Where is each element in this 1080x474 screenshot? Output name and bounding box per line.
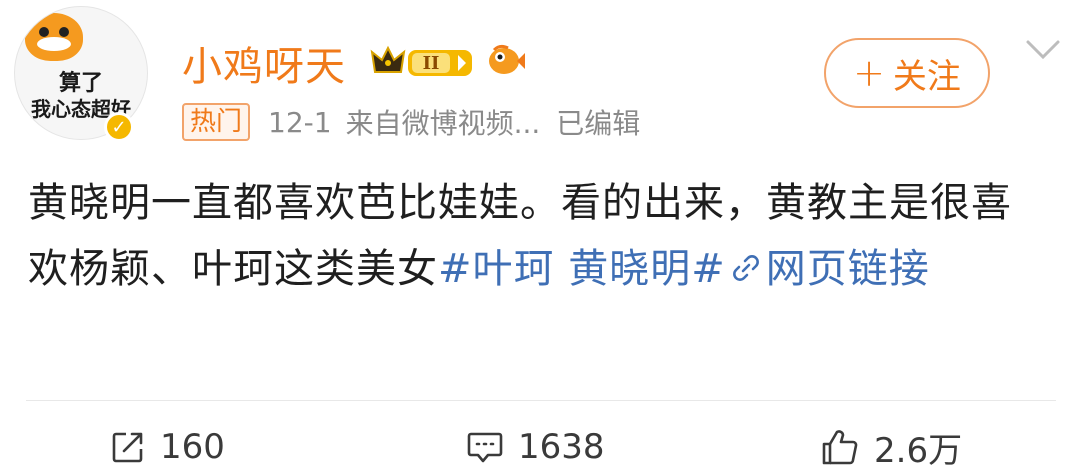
verified-badge-icon: ✓ xyxy=(104,112,134,142)
post-text: 黄晓明一直都喜欢芭比娃娃。看的出来，黄教主是很喜欢杨颖、叶珂这类美女#叶珂 黄晓… xyxy=(28,170,1052,302)
vip-level-badge-icon[interactable]: II xyxy=(368,42,478,82)
comment-count: 1638 xyxy=(518,427,605,467)
edited-label[interactable]: 已编辑 xyxy=(556,102,640,142)
follow-button[interactable]: + 关注 xyxy=(824,38,990,108)
hashtag-link[interactable]: #叶珂 黄晓明# xyxy=(438,246,726,292)
post-time: 12-1 xyxy=(268,105,332,139)
vip-level-text: II xyxy=(423,53,440,74)
divider xyxy=(26,400,1056,401)
like-button[interactable]: 2.6万 xyxy=(820,424,963,471)
fish-badge-icon[interactable] xyxy=(486,42,526,78)
link-chain-icon[interactable] xyxy=(730,252,762,284)
comment-button[interactable]: 1638 xyxy=(466,424,605,470)
post-meta: 热门 12-1 来自 微博视频... 已编辑 xyxy=(182,100,640,144)
source-name[interactable]: 微博视频... xyxy=(402,102,541,142)
follow-label: 关注 xyxy=(892,56,961,97)
share-square-icon xyxy=(112,432,143,463)
hot-badge: 热门 xyxy=(182,103,251,141)
web-link[interactable]: 网页链接 xyxy=(766,246,930,292)
like-count: 2.6万 xyxy=(874,430,963,471)
source-prefix: 来自 xyxy=(345,107,402,140)
plus-icon: + xyxy=(853,51,885,95)
repost-button[interactable]: 160 xyxy=(110,424,225,470)
author-name[interactable]: 小鸡呀天 xyxy=(182,34,346,92)
avatar-decoration xyxy=(37,37,71,51)
repost-count: 160 xyxy=(160,427,225,467)
comment-bubble-icon xyxy=(467,432,503,463)
thumbs-up-icon xyxy=(822,430,858,465)
chevron-down-icon[interactable] xyxy=(1024,38,1062,62)
